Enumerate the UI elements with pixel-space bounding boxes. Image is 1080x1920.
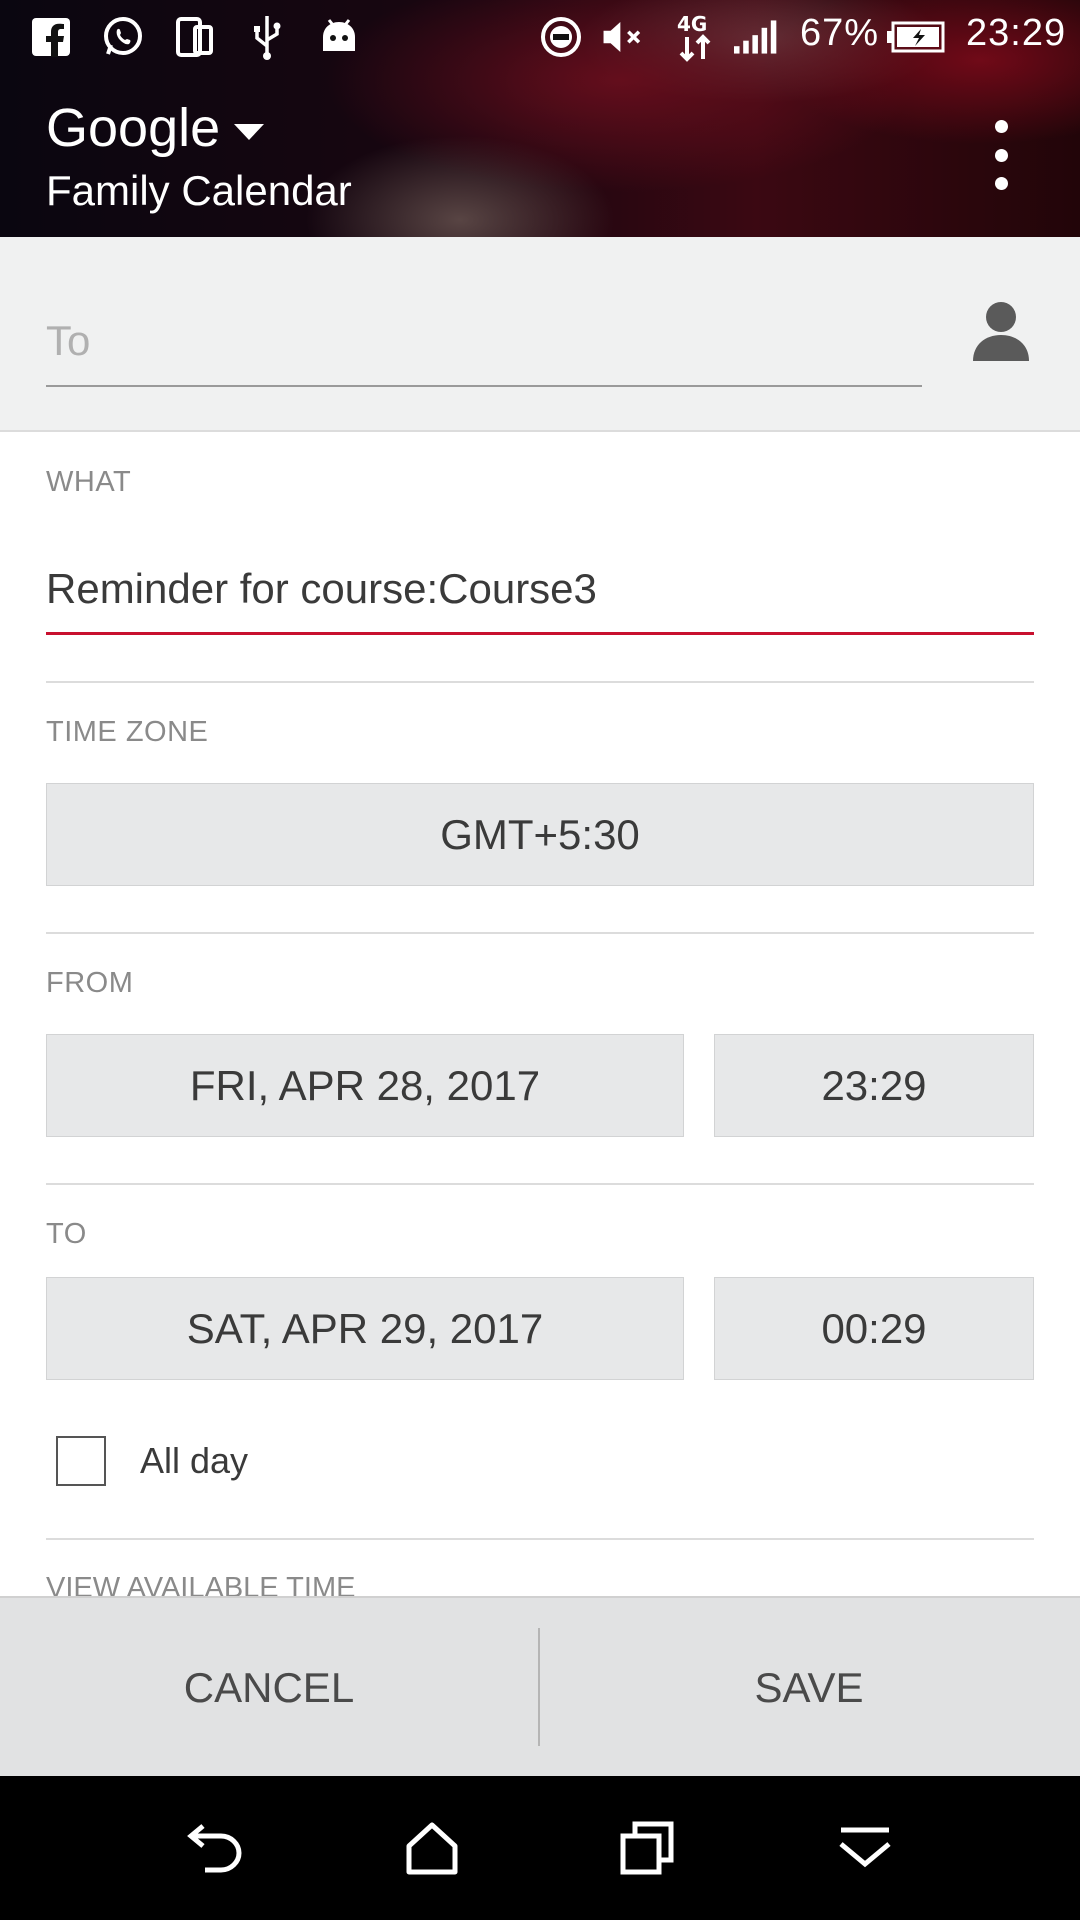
all-day-toggle[interactable]: All day (56, 1436, 248, 1486)
divider (46, 1538, 1034, 1540)
divider (46, 932, 1034, 934)
contact-picker-icon[interactable] (968, 297, 1034, 367)
do-not-disturb-icon (538, 14, 584, 60)
invitees-section (0, 237, 1080, 432)
from-label: FROM (46, 967, 134, 999)
from-date-button[interactable]: FRI, APR 28, 2017 (46, 1034, 684, 1137)
overflow-menu-icon[interactable] (980, 120, 1022, 190)
status-bar: 4G 67% 23:29 (0, 0, 1080, 75)
header-background: 4G 67% 23:29 Google Family Calendar (0, 0, 1080, 237)
clock: 23:29 (966, 12, 1067, 54)
action-bar: CANCEL SAVE (0, 1596, 1080, 1776)
screen-mirror-icon (172, 14, 218, 60)
battery-charging-icon (886, 14, 948, 60)
app-bar: Google Family Calendar (0, 75, 1080, 237)
divider (46, 681, 1034, 683)
account-selector[interactable]: Google (46, 97, 265, 159)
mute-icon (600, 14, 646, 60)
network-4g-icon: 4G (672, 12, 718, 62)
android-debug-icon (316, 14, 362, 60)
time-zone-button[interactable]: GMT+5:30 (46, 783, 1034, 886)
all-day-checkbox[interactable] (56, 1436, 106, 1486)
calendar-name: Family Calendar (46, 167, 352, 214)
time-zone-label: TIME ZONE (46, 716, 209, 748)
to-time-button[interactable]: 00:29 (714, 1277, 1034, 1380)
notification-shade-icon[interactable] (830, 1816, 900, 1880)
usb-icon (244, 14, 290, 60)
to-label: TO (46, 1218, 87, 1250)
account-name: Google (46, 98, 221, 158)
from-time-button[interactable]: 23:29 (714, 1034, 1034, 1137)
whatsapp-icon (100, 14, 146, 60)
battery-percent: 67% (800, 12, 880, 54)
cancel-button[interactable]: CANCEL (0, 1598, 538, 1778)
to-date-button[interactable]: SAT, APR 29, 2017 (46, 1277, 684, 1380)
all-day-label: All day (140, 1440, 249, 1481)
recent-apps-icon[interactable] (612, 1816, 682, 1880)
navigation-bar (0, 1776, 1080, 1920)
facebook-icon (28, 14, 74, 60)
svg-text:4G: 4G (677, 12, 707, 36)
home-icon[interactable] (397, 1816, 467, 1880)
signal-icon (734, 14, 780, 60)
what-label: WHAT (46, 466, 132, 498)
dropdown-caret-icon (234, 124, 265, 140)
event-title-input[interactable] (46, 545, 1034, 635)
invitees-input[interactable] (46, 297, 922, 387)
back-icon[interactable] (182, 1816, 252, 1880)
save-button[interactable]: SAVE (540, 1598, 1078, 1778)
divider (46, 1183, 1034, 1185)
